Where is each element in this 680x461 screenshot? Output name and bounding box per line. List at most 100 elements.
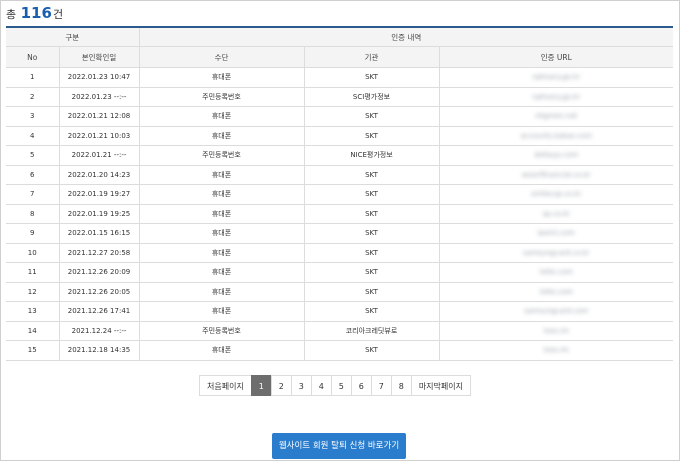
total-prefix: 총 [6, 8, 17, 21]
group-header-history: 인증 내역 [138, 26, 674, 47]
table-row: 7 2022.01.19 19:27 휴대폰 SKT smilecsp.co.kr [6, 184, 674, 205]
cell-date: 2021.12.18 14:35 [58, 340, 140, 361]
first-page-button[interactable]: 처음페이지 [199, 375, 252, 396]
cell-url: nphoary.go.kr [438, 86, 674, 107]
auth-url-text: samsungcard.com [524, 307, 589, 316]
cell-method: 휴대폰 [138, 125, 305, 146]
cell-date: 2022.01.20 14:23 [58, 164, 140, 185]
cell-date: 2022.01.19 19:25 [58, 203, 140, 224]
page-6-button[interactable]: 6 [350, 375, 372, 396]
total-suffix: 건 [52, 8, 64, 21]
page-5-button[interactable]: 5 [330, 375, 352, 396]
page-1-button[interactable]: 1 [250, 375, 272, 396]
column-header-method: 수단 [138, 46, 305, 68]
table-group-header-row: 구분 인증 내역 [6, 26, 674, 47]
cell-no: 10 [6, 242, 60, 263]
page-2-button[interactable]: 2 [270, 375, 292, 396]
cell-agency: 코리아크레딧뷰로 [303, 320, 440, 341]
auth-url-text: nphoary.go.kr [532, 73, 581, 82]
table-row: 4 2022.01.21 10:03 휴대폰 SKT accounts.kakao.co… [6, 125, 674, 146]
withdrawal-request-button[interactable]: 웹사이트 회원 탈퇴 신청 바로가기 [272, 433, 406, 459]
cell-url: lotte.com [438, 262, 674, 283]
cell-no: 14 [6, 320, 60, 341]
cell-method: 휴대폰 [138, 223, 305, 244]
cell-method: 휴대폰 [138, 67, 305, 88]
cell-method: 주민등록번호 [138, 145, 305, 166]
cell-agency: SKT [303, 340, 440, 361]
table-column-header-row: No 본인확인일 수단 기관 인증 URL [6, 46, 674, 68]
cell-agency: SKT [303, 242, 440, 263]
auth-url-text: toss.im [543, 326, 569, 335]
cell-method: 휴대폰 [138, 242, 305, 263]
cell-url: toss.im [438, 340, 674, 361]
auth-history-table: 구분 인증 내역 No 본인확인일 수단 기관 인증 URL 1 2022.01.… [6, 26, 674, 361]
page-3-button[interactable]: 3 [290, 375, 312, 396]
cell-no: 9 [6, 223, 60, 244]
cell-date: 2022.01.21 --:-- [58, 145, 140, 166]
auth-url-text: nligmen.net [535, 112, 578, 121]
cell-no: 2 [6, 86, 60, 107]
auth-url-text: nphoary.go.kr [532, 92, 581, 101]
cell-agency: SKT [303, 125, 440, 146]
cell-no: 13 [6, 301, 60, 322]
cell-method: 휴대폰 [138, 281, 305, 302]
page-4-button[interactable]: 4 [310, 375, 332, 396]
cell-method: 휴대폰 [138, 184, 305, 205]
cell-method: 휴대폰 [138, 340, 305, 361]
table-row: 3 2022.01.21 12:08 휴대폰 SKT nligmen.net [6, 106, 674, 127]
cell-url: lpoint.com [438, 223, 674, 244]
auth-url-text: lotte.com [539, 268, 573, 277]
cell-url: smilecsp.co.kr [438, 184, 674, 205]
table-row: 15 2021.12.18 14:35 휴대폰 SKT toss.im [6, 340, 674, 361]
last-page-button[interactable]: 마지막페이지 [410, 375, 471, 396]
page-7-button[interactable]: 7 [370, 375, 392, 396]
page-8-button[interactable]: 8 [390, 375, 412, 396]
cell-method: 휴대폰 [138, 203, 305, 224]
table-row: 6 2022.01.20 14:23 휴대폰 SKT wooriftnancial.co… [6, 164, 674, 185]
cell-date: 2021.12.26 20:05 [58, 281, 140, 302]
cell-method: 휴대폰 [138, 262, 305, 283]
table-row: 1 2022.01.23 10:47 휴대폰 SKT nphoary.go.kr [6, 67, 674, 88]
auth-url-text: accounts.kakao.com [520, 131, 593, 140]
table-row: 5 2022.01.21 --:-- 주민등록번호 NICE평가정보 dofasys.c… [6, 145, 674, 166]
table-row: 12 2021.12.26 20:05 휴대폰 SKT lotte.com [6, 281, 674, 302]
total-number: 116 [20, 4, 52, 22]
column-header-agency: 기관 [303, 46, 440, 68]
auth-url-text: wooriftnancial.co.kr [521, 170, 591, 179]
cell-url: dofasys.com [438, 145, 674, 166]
cell-url: samsungcard.com [438, 301, 674, 322]
cell-no: 6 [6, 164, 60, 185]
cell-date: 2022.01.23 10:47 [58, 67, 140, 88]
cell-agency: SKT [303, 223, 440, 244]
cell-agency: SKT [303, 184, 440, 205]
cell-agency: SKT [303, 281, 440, 302]
cell-no: 1 [6, 67, 60, 88]
table-row: 2 2022.01.23 --:-- 주민등록번호 SCI평가정보 nphoary.go… [6, 86, 674, 107]
cell-date: 2021.12.26 20:09 [58, 262, 140, 283]
cell-no: 11 [6, 262, 60, 283]
cell-agency: SKT [303, 301, 440, 322]
cell-url: nligmen.net [438, 106, 674, 127]
cell-date: 2022.01.15 16:15 [58, 223, 140, 244]
cell-url: lotte.com [438, 281, 674, 302]
cell-date: 2022.01.21 12:08 [58, 106, 140, 127]
table-row: 11 2021.12.26 20:09 휴대폰 SKT lotte.com [6, 262, 674, 283]
cell-url: accounts.kakao.com [438, 125, 674, 146]
table-row: 14 2021.12.24 --:-- 주민등록번호 코리아크레딧뷰로 toss.im [6, 320, 674, 341]
cell-url: nphoary.go.kr [438, 67, 674, 88]
table-row: 10 2021.12.27 20:58 휴대폰 SKT samsungcard.co.k… [6, 242, 674, 263]
total-count: 총 116건 [6, 3, 63, 25]
cell-agency: NICE평가정보 [303, 145, 440, 166]
pagination: 처음페이지 1 2 3 4 5 6 7 8 마지막페이지 [199, 375, 471, 396]
auth-url-text: samsungcard.co.kr [523, 248, 590, 257]
column-header-date: 본인확인일 [58, 46, 140, 68]
cell-method: 주민등록번호 [138, 86, 305, 107]
auth-url-text: lpoint.com [537, 229, 575, 238]
cell-date: 2021.12.26 17:41 [58, 301, 140, 322]
auth-url-text: smilecsp.co.kr [531, 190, 582, 199]
cell-no: 5 [6, 145, 60, 166]
group-header-category: 구분 [6, 26, 140, 47]
cell-date: 2021.12.24 --:-- [58, 320, 140, 341]
cell-agency: SKT [303, 164, 440, 185]
table-row: 8 2022.01.19 19:25 휴대폰 SKT sp.co.kr [6, 203, 674, 224]
